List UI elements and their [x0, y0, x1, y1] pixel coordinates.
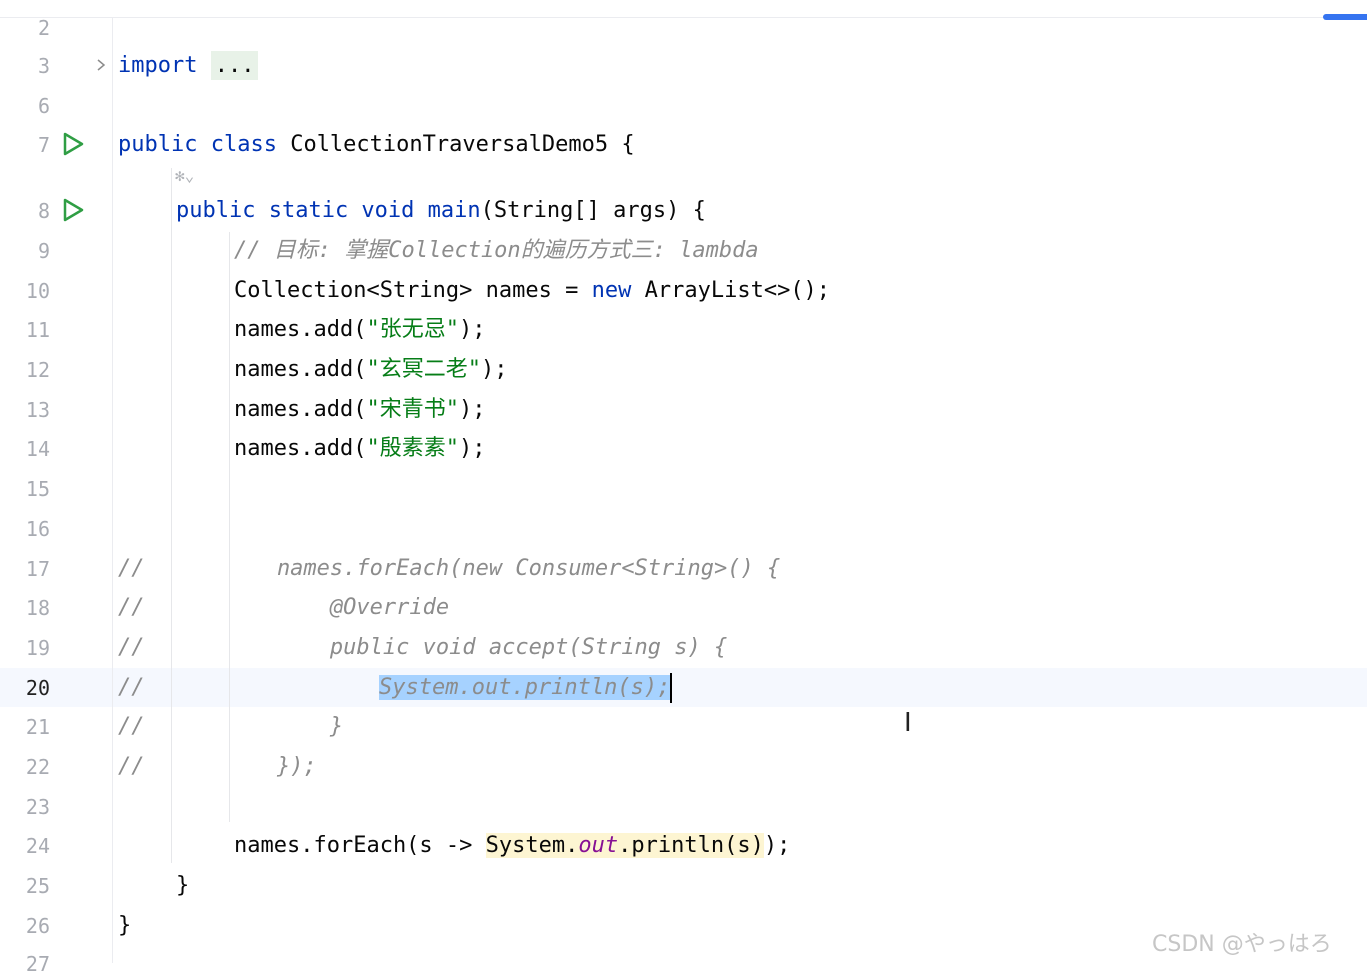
line-number: 11 — [25, 318, 50, 342]
run-class-icon[interactable] — [60, 131, 86, 157]
line-number: 21 — [25, 715, 50, 739]
code-line-26[interactable]: } — [118, 911, 131, 941]
class-declaration: CollectionTraversalDemo5 { — [276, 132, 635, 157]
out-field: out — [578, 833, 619, 858]
method-call: names.add( — [234, 436, 367, 461]
code-line-13[interactable]: names.add("宋青书"); — [234, 395, 485, 425]
statement-end: ); — [458, 397, 486, 422]
keyword: public static void — [176, 198, 415, 223]
mouse-ibeam-cursor-icon: I — [904, 708, 912, 738]
scrollbar-thumb[interactable] — [1323, 14, 1367, 20]
line-number: 6 — [37, 94, 50, 118]
println-call: .println(s) — [618, 833, 764, 858]
lambda-body-highlight: System.out.println(s) — [485, 833, 764, 858]
line-number: 9 — [37, 239, 50, 263]
line-number: 10 — [25, 279, 50, 303]
line-number-active: 20 — [25, 676, 50, 700]
method-call: names.add( — [234, 357, 367, 382]
run-main-icon[interactable] — [60, 197, 86, 223]
line-number: 23 — [25, 795, 50, 819]
statement-end: ); — [458, 436, 486, 461]
system-class: System. — [485, 833, 579, 858]
string-literal: "宋青书" — [366, 397, 459, 422]
folded-imports[interactable]: ... — [210, 51, 259, 80]
code-line-8[interactable]: public static void main(String[] args) { — [176, 196, 706, 226]
line-number: 14 — [25, 437, 50, 461]
keyword: public class — [118, 132, 277, 157]
statement-end: ); — [480, 357, 508, 382]
method-params: (String[] args) { — [480, 198, 706, 223]
line-number: 19 — [25, 636, 50, 660]
line-number: 16 — [25, 517, 50, 541]
line-number: 22 — [25, 755, 50, 779]
statement-end: ); — [458, 317, 486, 342]
code-line-19-comment[interactable]: // public void accept(String s) { — [118, 633, 727, 663]
code-line-7[interactable]: public class CollectionTraversalDemo5 { — [118, 130, 635, 160]
line-number: 26 — [25, 914, 50, 938]
text-caret — [670, 673, 673, 703]
line-number: 24 — [25, 834, 50, 858]
method-name: main — [427, 198, 481, 223]
collection-init: ArrayList<>(); — [631, 278, 831, 303]
code-line-3[interactable]: import ... — [118, 51, 259, 81]
keyword: new — [591, 278, 632, 303]
code-line-22-comment[interactable]: // }); — [118, 752, 317, 782]
string-literal: "张无忌" — [366, 317, 459, 342]
code-line-24[interactable]: names.forEach(s -> System.out.println(s)… — [234, 831, 790, 861]
line-number: 17 — [25, 557, 50, 581]
tab-bar-border — [0, 17, 1367, 18]
method-call: names.add( — [234, 317, 367, 342]
code-line-10[interactable]: Collection<String> names = new ArrayList… — [234, 276, 830, 306]
watermark: CSDN @やっはろ — [1152, 932, 1332, 957]
statement-end: ); — [763, 833, 791, 858]
code-line-18-comment[interactable]: // @Override — [118, 593, 449, 623]
line-number: 2 — [37, 16, 50, 40]
fold-expand-icon[interactable] — [94, 58, 108, 72]
text-selection: System.out.println(s); — [379, 675, 671, 700]
code-line-14[interactable]: names.add("殷素素"); — [234, 434, 485, 464]
foreach-call: names.forEach(s -> — [234, 833, 486, 858]
string-literal: "玄冥二老" — [366, 357, 481, 382]
collection-declaration: Collection<String> names = — [234, 278, 592, 303]
line-number: 3 — [37, 54, 50, 78]
selected-code[interactable]: System.out.println(s); — [379, 673, 673, 703]
string-literal: "殷素素" — [366, 436, 459, 461]
method-call: names.add( — [234, 397, 367, 422]
code-line-21-comment[interactable]: // } — [118, 712, 343, 742]
gutter-separator — [112, 18, 113, 963]
code-line-20-comment[interactable]: // — [118, 673, 145, 703]
line-number: 7 — [37, 133, 50, 157]
code-line-11[interactable]: names.add("张无忌"); — [234, 315, 485, 345]
line-number: 12 — [25, 358, 50, 382]
code-line-25[interactable]: } — [176, 871, 189, 901]
code-line-12[interactable]: names.add("玄冥二老"); — [234, 355, 507, 385]
code-line-9-comment[interactable]: // 目标: 掌握Collection的遍历方式三: lambda — [234, 236, 759, 266]
line-number: 8 — [37, 199, 50, 223]
current-line-highlight — [0, 668, 1367, 707]
keyword: import — [118, 53, 198, 78]
line-number: 27 — [25, 952, 50, 976]
ai-assistant-icon[interactable]: ✻⌄ — [175, 166, 194, 190]
line-number: 15 — [25, 477, 50, 501]
line-number: 13 — [25, 398, 50, 422]
line-number: 25 — [25, 874, 50, 898]
line-number: 18 — [25, 596, 50, 620]
code-line-17-comment[interactable]: // names.forEach(new Consumer<String>() … — [118, 554, 780, 584]
